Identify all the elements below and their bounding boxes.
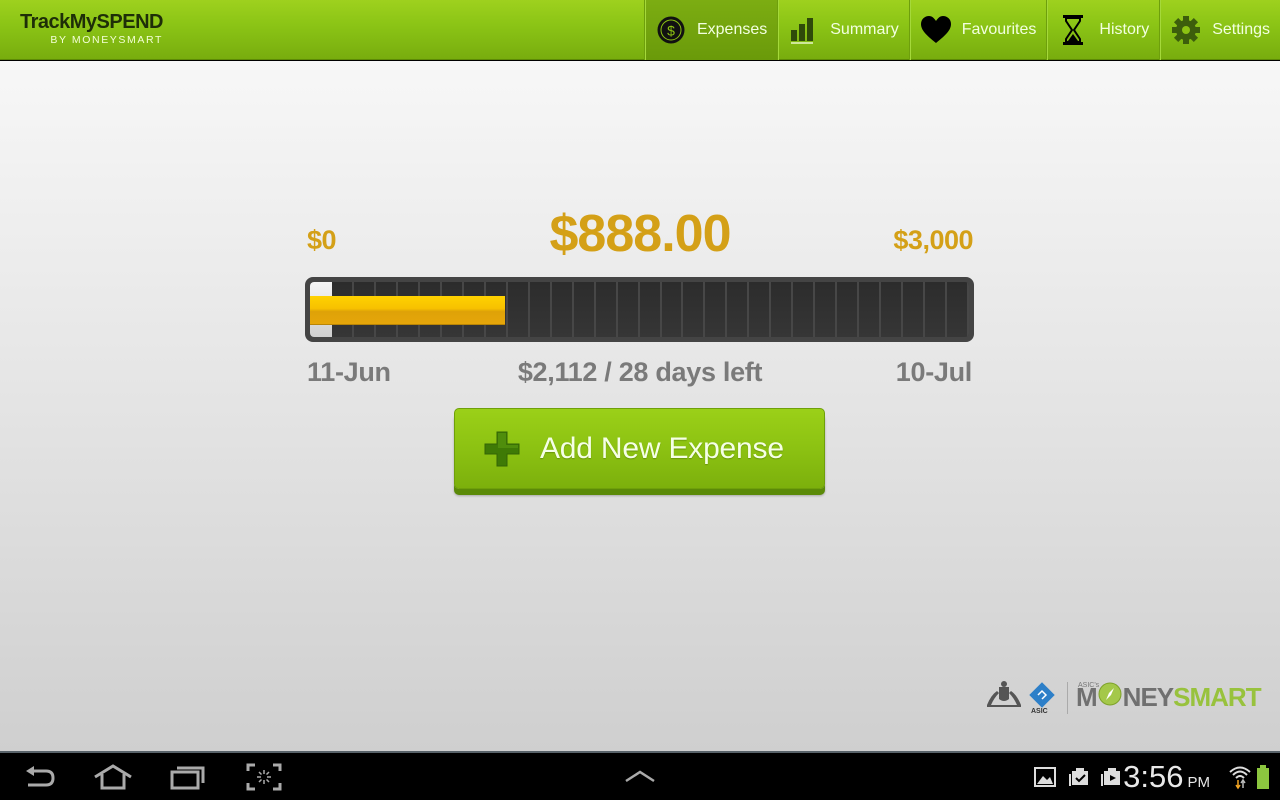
heart-icon [920, 14, 952, 46]
battery-icon [1256, 765, 1270, 794]
app-title: TrackMySPEND [20, 11, 163, 33]
nav-label: Favourites [961, 21, 1037, 38]
recent-apps-icon[interactable] [169, 763, 207, 796]
add-expense-label: Add New Expense [540, 431, 784, 465]
gallery-notification-icon[interactable] [1034, 767, 1056, 792]
moneysmart-wordmark: M NEY SMART [1076, 682, 1262, 713]
nav-item-settings[interactable]: Settings [1159, 0, 1280, 60]
expenses-screen: $0 $888.00 $3,000 11-Jun $2,112 / 28 day… [0, 61, 1280, 751]
nav-item-summary[interactable]: Summary [777, 0, 908, 60]
budget-max-label: $3,000 [893, 225, 973, 255]
remaining-summary: $2,112 / 28 days left [517, 357, 763, 387]
svg-text:$: $ [667, 23, 675, 39]
gauge-cell [662, 282, 684, 337]
nav-label: Settings [1212, 21, 1270, 38]
gauge-fill-bar [310, 296, 506, 325]
app-subtitle: BY MONEYSMART [50, 34, 163, 46]
chevron-up-icon[interactable] [624, 769, 656, 788]
system-navigation-bar: 3:56 PM [0, 751, 1280, 800]
gear-icon [1170, 14, 1202, 46]
gauge-cell [552, 282, 574, 337]
back-icon[interactable] [22, 763, 56, 796]
app-logo: TrackMySPEND BY MONEYSMART [20, 11, 163, 46]
gauge-cell [793, 282, 816, 337]
period-end-date: 10-Jul [895, 357, 973, 387]
home-icon[interactable] [92, 763, 134, 796]
gauge-cell [859, 282, 882, 337]
gauge-cell [530, 282, 552, 337]
gauge-cell [903, 282, 926, 337]
action-bar: TrackMySPEND BY MONEYSMART $ Expenses Su… [0, 0, 1280, 60]
compass-icon [1098, 682, 1122, 713]
wifi-icon [1229, 764, 1251, 795]
asics-label: ASIC's [1078, 682, 1100, 689]
bar-chart-icon [788, 14, 820, 46]
gauge-cell [683, 282, 706, 337]
hourglass-icon [1057, 14, 1089, 46]
gauge-cell [771, 282, 794, 337]
gauge-cell [947, 282, 969, 337]
nav-label: Summary [830, 21, 899, 38]
gauge-cell [705, 282, 728, 337]
budget-progress-gauge [305, 277, 974, 342]
plus-icon [482, 429, 522, 469]
clock-ampm: PM [1187, 774, 1211, 791]
gauge-cell [881, 282, 904, 337]
gauge-cell [815, 282, 838, 337]
gauge-track [310, 282, 969, 337]
screenshot-icon[interactable] [246, 763, 282, 796]
coat-of-arms-icon [983, 679, 1025, 716]
nav-item-favourites[interactable]: Favourites [908, 0, 1047, 60]
add-new-expense-button[interactable]: Add New Expense [454, 408, 825, 489]
gauge-cell [618, 282, 640, 337]
clock: 3:56 PM [1123, 759, 1210, 795]
nav-label: History [1099, 21, 1150, 38]
nav-item-history[interactable]: History [1046, 0, 1159, 60]
gauge-cell [596, 282, 618, 337]
gauge-cell [508, 282, 530, 337]
task-notification-icon[interactable] [1068, 767, 1090, 792]
gauge-cell [727, 282, 750, 337]
dollar-coin-icon: $ [655, 14, 687, 46]
gauge-cell [925, 282, 948, 337]
brand-ney: NEY [1122, 682, 1174, 712]
gauge-cell [640, 282, 662, 337]
nav-label: Expenses [696, 21, 768, 38]
gauge-cell [837, 282, 860, 337]
clock-time: 3:56 [1123, 759, 1184, 794]
asic-label: ASIC [1031, 708, 1048, 715]
brand-divider [1067, 681, 1068, 714]
gauge-cell [574, 282, 596, 337]
moneysmart-branding: ASIC ASIC's M NEY SMART [983, 679, 1262, 716]
nav-item-expenses[interactable]: $ Expenses [643, 0, 778, 60]
amount-spent: $888.00 [549, 205, 732, 263]
gauge-cell [749, 282, 772, 337]
media-notification-icon[interactable] [1100, 767, 1122, 792]
main-nav: $ Expenses Summary Favourites History Se… [643, 0, 1280, 60]
brand-smart: SMART [1173, 682, 1261, 712]
